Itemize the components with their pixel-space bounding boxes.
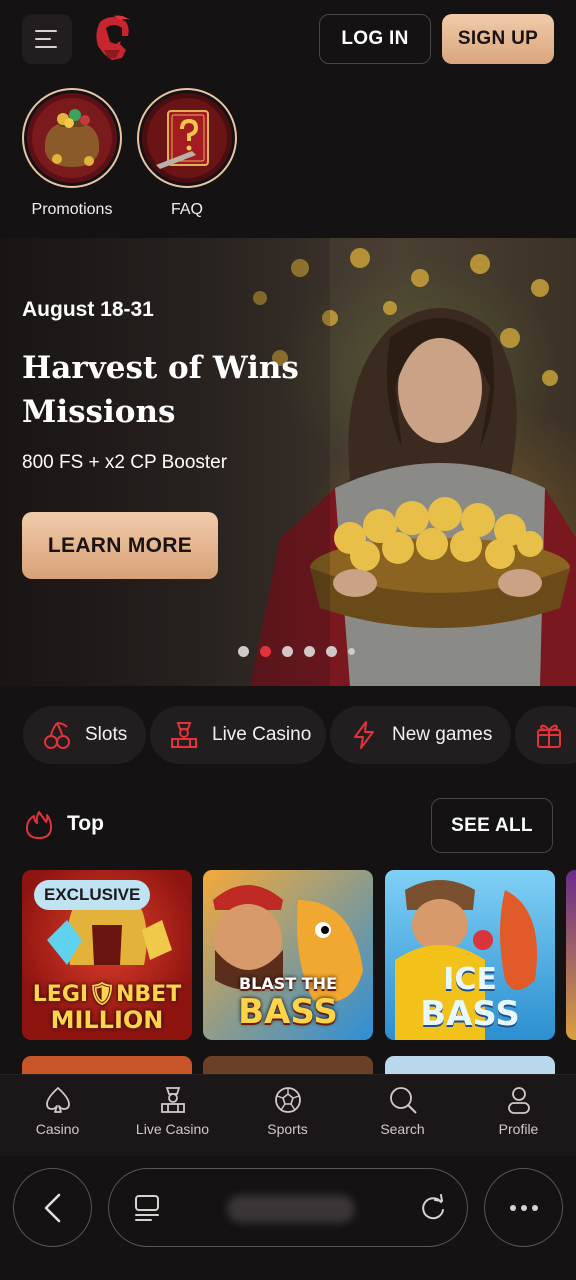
carousel-dot-active[interactable] — [260, 646, 271, 657]
nav-label: Live Casino — [135, 1121, 210, 1137]
gift-icon — [537, 724, 561, 748]
spartan-helmet-logo[interactable] — [92, 14, 132, 64]
game-tile-ice-bass[interactable]: ICE BASS — [385, 870, 555, 1040]
signup-button[interactable]: SIGN UP — [442, 14, 554, 64]
carousel-dot[interactable] — [238, 646, 249, 657]
exclusive-badge: EXCLUSIVE — [34, 880, 151, 910]
reload-icon[interactable] — [419, 1194, 447, 1222]
carousel-dot[interactable] — [348, 648, 355, 655]
game-title-line2: MILLION — [50, 1006, 164, 1034]
faq-thumbnail[interactable] — [137, 88, 237, 188]
soccer-ball-icon — [274, 1087, 301, 1113]
browser-more-button[interactable] — [484, 1168, 563, 1247]
url-text-blurred — [227, 1195, 355, 1223]
category-label: Slots — [85, 724, 128, 745]
lightning-icon — [354, 721, 374, 749]
browser-back-button[interactable] — [13, 1168, 92, 1247]
cherry-icon — [44, 722, 70, 749]
story-faq[interactable]: FAQ — [128, 88, 246, 219]
category-label: Live Casino — [212, 724, 312, 745]
carousel-dot[interactable] — [282, 646, 293, 657]
story-label-promotions: Promotions — [31, 201, 113, 218]
nav-label: Profile — [498, 1121, 539, 1137]
see-all-button[interactable]: SEE ALL — [431, 798, 553, 853]
promotions-thumbnail[interactable] — [22, 88, 122, 188]
category-new-games[interactable]: New games — [330, 706, 511, 764]
chevron-left-icon — [44, 1193, 60, 1222]
spade-icon — [45, 1087, 70, 1113]
treasure-bag-icon — [27, 93, 117, 183]
game-title-line1: BLAST THE — [238, 974, 337, 993]
browser-address-bar[interactable] — [108, 1168, 468, 1247]
banner-title: Harvest of Wins Missions — [22, 350, 299, 430]
category-gift[interactable] — [515, 706, 576, 764]
story-promotions[interactable]: Promotions — [13, 88, 131, 219]
category-chips: Slots Live Casino New games — [0, 706, 576, 766]
nav-label: Casino — [35, 1121, 80, 1137]
carousel-dot[interactable] — [304, 646, 315, 657]
nav-casino[interactable]: Casino — [0, 1075, 115, 1157]
game-title-line1: LEGI🛡NBET — [32, 982, 182, 1007]
game-tile-row2[interactable] — [203, 1056, 373, 1074]
bottom-navigation: Casino Live Casino Sports Search Profile — [0, 1074, 576, 1156]
learn-more-button[interactable]: LEARN MORE — [22, 512, 218, 579]
fire-icon — [26, 811, 52, 839]
category-label: New games — [392, 724, 493, 745]
top-games-header: Top SEE ALL — [0, 796, 576, 854]
nav-sports[interactable]: Sports — [230, 1075, 345, 1157]
login-button[interactable]: LOG IN — [319, 14, 431, 64]
game-title-line1: ICE — [443, 962, 497, 997]
tabs-icon[interactable] — [133, 1193, 161, 1223]
question-book-icon — [142, 93, 232, 183]
category-slots[interactable]: Slots — [23, 706, 146, 764]
carousel-dots — [238, 646, 355, 657]
nav-label: Sports — [267, 1121, 308, 1137]
profile-icon — [507, 1087, 530, 1114]
nav-live-casino[interactable]: Live Casino — [115, 1075, 230, 1157]
game-tile-row2[interactable] — [22, 1056, 192, 1074]
game-tile-blast-the-bass[interactable]: BLAST THE BASS — [203, 870, 373, 1040]
game-tile-row2[interactable] — [385, 1056, 555, 1074]
search-icon — [389, 1087, 417, 1114]
hamburger-menu-button[interactable] — [22, 14, 72, 64]
banner-date: August 18-31 — [22, 298, 154, 321]
category-live-casino[interactable]: Live Casino — [150, 706, 326, 764]
banner-subtitle: 800 FS + x2 CP Booster — [22, 452, 228, 473]
top-header: LOG IN SIGN UP — [0, 0, 576, 82]
top-games-list: EXCLUSIVE LEGI🛡NBET MILLION BLAST THE BA… — [0, 870, 576, 1074]
game-title-line2: BASS — [420, 994, 520, 1034]
stories-row: Promotions FAQ — [0, 88, 576, 228]
nav-search[interactable]: Search — [345, 1075, 460, 1157]
dealer-icon — [171, 722, 197, 748]
story-label-faq: FAQ — [170, 201, 203, 218]
nav-profile[interactable]: Profile — [461, 1075, 576, 1157]
game-title-line2: BASS — [238, 992, 338, 1032]
carousel-dot[interactable] — [326, 646, 337, 657]
dealer-icon — [160, 1087, 185, 1113]
game-tile-legionbet-million[interactable]: EXCLUSIVE LEGI🛡NBET MILLION — [22, 870, 192, 1040]
browser-toolbar — [0, 1156, 576, 1280]
promo-banner[interactable]: August 18-31 Harvest of Wins Missions 80… — [0, 238, 576, 686]
game-tile-partial[interactable] — [566, 870, 576, 1040]
nav-label: Search — [380, 1121, 425, 1137]
section-title-top: Top — [67, 812, 104, 835]
